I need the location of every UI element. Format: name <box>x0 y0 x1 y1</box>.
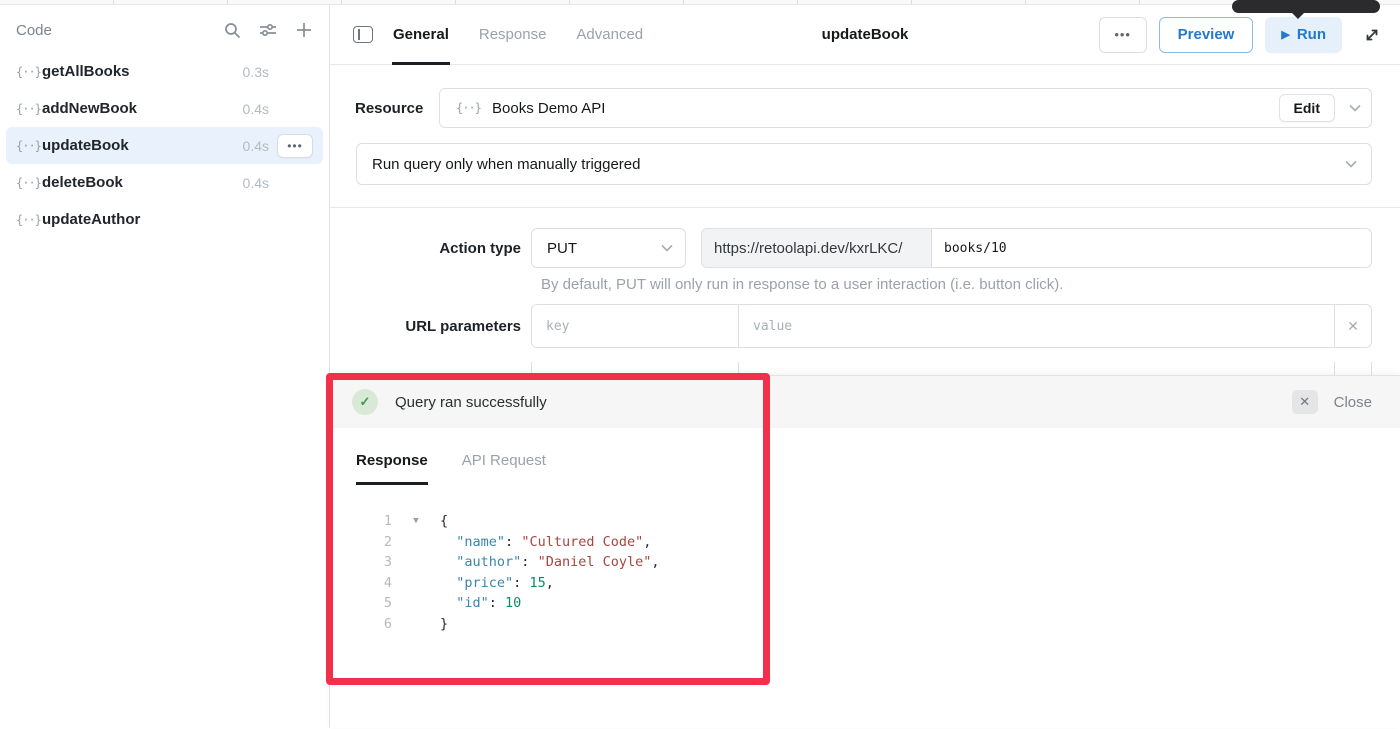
code-line: 4 "price": 15, <box>330 573 1400 594</box>
query-result-overlay: ✓ Query ran successfully ✕ Close Respons… <box>330 375 1400 728</box>
query-title: updateBook <box>822 26 909 43</box>
braces-icon: {··} <box>456 101 482 115</box>
query-name: updateAuthor <box>42 211 140 228</box>
search-icon[interactable] <box>223 21 241 39</box>
line-number: 5 <box>330 593 392 614</box>
sidebar-item-updateAuthor[interactable]: {··} updateAuthor <box>6 201 323 238</box>
resource-select[interactable]: {··} Books Demo API Edit <box>439 88 1372 128</box>
close-button[interactable]: Close <box>1334 394 1372 411</box>
sidebar-item-getAllBooks[interactable]: {··} getAllBooks 0.3s <box>6 53 323 90</box>
url-field[interactable]: https://retoolapi.dev/kxrLKC/ books/10 <box>701 228 1372 268</box>
line-number: 6 <box>330 614 392 635</box>
query-run-time: 0.4s <box>243 175 269 191</box>
play-icon: ▶ <box>1281 28 1289 41</box>
action-type-select[interactable]: PUT <box>531 228 686 268</box>
param-value-input[interactable] <box>739 305 1334 347</box>
code-sidebar: Code <box>0 5 330 728</box>
query-success-bar: ✓ Query ran successfully ✕ Close <box>330 376 1400 428</box>
line-number: 3 <box>330 552 392 573</box>
header-more-button[interactable]: ••• <box>1099 17 1147 53</box>
tab-general[interactable]: General <box>393 5 449 65</box>
query-more-menu-button[interactable]: ••• <box>277 134 313 158</box>
sidebar-header: Code <box>0 13 329 53</box>
filter-icon[interactable] <box>259 21 277 39</box>
code-line: 2 "name": "Cultured Code", <box>330 532 1400 553</box>
success-message: Query ran successfully <box>395 394 547 411</box>
tab-result-api-request[interactable]: API Request <box>462 434 546 485</box>
chevron-down-icon <box>1349 104 1361 112</box>
line-number: 2 <box>330 532 392 553</box>
braces-icon: {··} <box>16 102 42 116</box>
query-name: getAllBooks <box>42 63 130 80</box>
braces-icon: {··} <box>16 65 42 79</box>
chevron-down-icon <box>661 244 673 252</box>
param-row-partial <box>330 362 1372 375</box>
tab-result-response[interactable]: Response <box>356 434 428 485</box>
preview-button[interactable]: Preview <box>1159 17 1254 53</box>
line-number: 1 <box>330 511 392 532</box>
chevron-down-icon <box>1345 160 1357 168</box>
code-line: 3 "author": "Daniel Coyle", <box>330 552 1400 573</box>
sidebar-title: Code <box>16 22 52 39</box>
line-number: 4 <box>330 573 392 594</box>
param-value-cell <box>739 305 1335 347</box>
query-run-time: 0.4s <box>243 138 269 154</box>
query-name: updateBook <box>42 137 129 154</box>
resource-label: Resource <box>355 100 439 117</box>
edit-resource-button[interactable]: Edit <box>1279 94 1335 122</box>
success-check-icon: ✓ <box>352 389 378 415</box>
query-run-time: 0.3s <box>243 64 269 80</box>
section-divider <box>330 207 1400 208</box>
braces-icon: {··} <box>16 176 42 190</box>
braces-icon: {··} <box>16 213 42 227</box>
remove-param-icon[interactable]: ✕ <box>1335 305 1371 347</box>
run-trigger-value: Run query only when manually triggered <box>372 156 640 173</box>
resource-value: Books Demo API <box>492 100 605 117</box>
code-line: 6 } <box>330 614 1400 635</box>
tab-response[interactable]: Response <box>479 5 547 65</box>
sidebar-item-deleteBook[interactable]: {··} deleteBook 0.4s <box>6 164 323 201</box>
run-trigger-select[interactable]: Run query only when manually triggered <box>356 143 1372 185</box>
sidebar-item-updateBook[interactable]: {··} updateBook 0.4s ••• <box>6 127 323 164</box>
expand-icon[interactable] <box>1362 25 1382 45</box>
tab-advanced[interactable]: Advanced <box>576 5 643 65</box>
param-key-cell <box>532 305 739 347</box>
url-parameters-label: URL parameters <box>330 318 531 335</box>
response-json-viewer[interactable]: 1 ▼ { 2 "name": "Cultured Code", 3 "auth… <box>330 511 1400 635</box>
close-icon[interactable]: ✕ <box>1292 390 1318 414</box>
collapse-arrow-icon[interactable]: ▼ <box>392 511 440 532</box>
query-name: addNewBook <box>42 100 137 117</box>
url-path-input[interactable]: books/10 <box>932 229 1371 267</box>
url-base-prefix: https://retoolapi.dev/kxrLKC/ <box>702 229 932 267</box>
braces-icon: {··} <box>16 139 42 153</box>
tooltip-remnant <box>1232 0 1380 13</box>
action-type-label: Action type <box>330 240 531 257</box>
add-query-icon[interactable] <box>295 21 313 39</box>
param-key-input[interactable] <box>532 305 738 347</box>
query-name: deleteBook <box>42 174 123 191</box>
action-type-value: PUT <box>547 240 577 257</box>
query-run-time: 0.4s <box>243 101 269 117</box>
code-line: 1 ▼ { <box>330 511 1400 532</box>
panel-toggle-icon[interactable] <box>353 26 373 43</box>
query-editor-header: General Response Advanced updateBook •••… <box>330 5 1400 65</box>
action-type-helper-text: By default, PUT will only run in respons… <box>541 276 1372 293</box>
run-label: Run <box>1297 26 1326 43</box>
code-line: 5 "id": 10 <box>330 593 1400 614</box>
sidebar-item-addNewBook[interactable]: {··} addNewBook 0.4s <box>6 90 323 127</box>
query-editor-panel: General Response Advanced updateBook •••… <box>330 5 1400 728</box>
